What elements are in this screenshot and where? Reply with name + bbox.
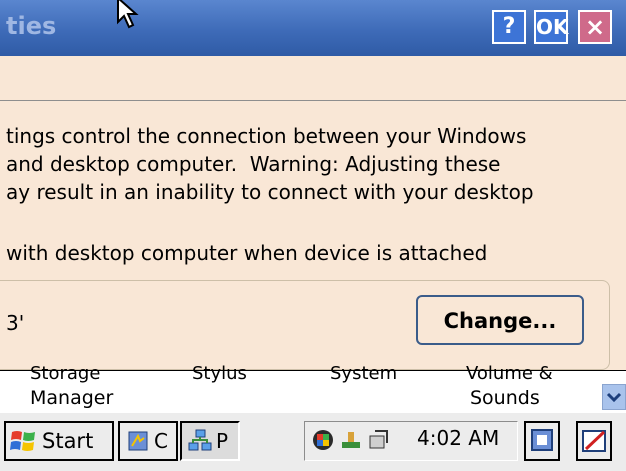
description-text: tings control the connection between you… xyxy=(6,122,606,206)
mouse-cursor-icon xyxy=(117,0,139,29)
device-name-text: 3' xyxy=(6,311,25,335)
cut-label: Stylus xyxy=(192,363,247,384)
control-panel-item-sounds[interactable]: Sounds xyxy=(470,387,540,409)
start-label: Start xyxy=(42,429,94,453)
sync-icon[interactable] xyxy=(311,428,335,452)
help-icon: ? xyxy=(502,14,516,39)
close-button[interactable]: × xyxy=(578,10,612,44)
taskbar-item-label: P xyxy=(216,429,229,453)
change-button[interactable]: Change... xyxy=(416,295,584,345)
taskbar: Start C P 4:02 AM xyxy=(0,412,626,471)
windows-flag-icon xyxy=(10,431,35,451)
cut-label: Storage xyxy=(30,363,101,384)
pocket-pc-icon xyxy=(128,431,148,451)
start-button[interactable]: Start xyxy=(4,421,114,461)
control-panel-strip: Storage Stylus System Volume & Manager S… xyxy=(0,363,626,414)
system-tray: 4:02 AM xyxy=(304,421,518,461)
control-panel-item-manager[interactable]: Manager xyxy=(30,387,113,409)
description-line: ay result in an inability to connect wit… xyxy=(6,180,534,204)
ok-button[interactable]: OK xyxy=(534,10,569,44)
input-panel-icon xyxy=(582,430,606,452)
cut-label: Volume & xyxy=(466,363,553,384)
tab-strip xyxy=(0,56,626,101)
title-bar: ties ? OK × xyxy=(0,0,626,57)
description-line: tings control the connection between you… xyxy=(6,124,527,148)
scroll-down-button[interactable] xyxy=(602,384,626,410)
taskbar-item-label: C xyxy=(154,429,168,453)
taskbar-item-p[interactable]: P xyxy=(180,421,240,461)
usb-icon[interactable] xyxy=(339,428,363,452)
scroll-down-icon xyxy=(606,392,622,403)
desktop-icon xyxy=(531,429,553,451)
close-icon: × xyxy=(584,13,606,41)
description-line: and desktop computer. Warning: Adjusting… xyxy=(6,152,501,176)
sync-checkbox-label[interactable]: with desktop computer when device is att… xyxy=(6,241,487,265)
clock[interactable]: 4:02 AM xyxy=(417,426,499,450)
help-button[interactable]: ? xyxy=(492,10,526,44)
ok-icon: OK xyxy=(536,15,569,39)
connection-icon[interactable] xyxy=(367,428,391,452)
taskbar-item-c[interactable]: C xyxy=(118,421,178,461)
window-title: ties xyxy=(6,12,57,40)
desktop-button[interactable] xyxy=(524,421,560,461)
input-panel-button[interactable] xyxy=(576,421,612,461)
network-icon xyxy=(188,429,212,451)
cut-label: System xyxy=(330,363,398,384)
